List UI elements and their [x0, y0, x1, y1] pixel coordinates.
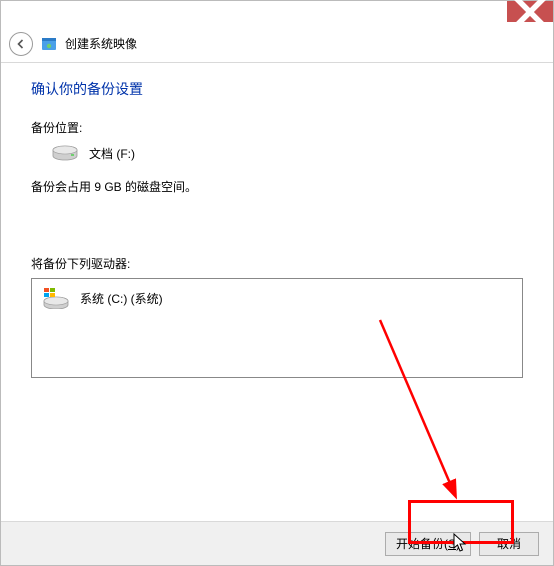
wizard-footer: 开始备份(S) 取消	[1, 521, 553, 565]
drive-list-item: 系统 (C:) (系统)	[38, 285, 516, 311]
system-drive-icon	[42, 287, 70, 309]
wizard-title: 创建系统映像	[65, 35, 137, 52]
arrow-left-icon	[15, 38, 27, 50]
backup-size-note: 备份会占用 9 GB 的磁盘空间。	[31, 178, 523, 195]
window-titlebar	[1, 1, 553, 25]
close-button[interactable]	[507, 1, 553, 22]
backup-location-row: 文档 (F:)	[31, 144, 523, 162]
drive-item-label: 系统 (C:) (系统)	[80, 290, 163, 307]
back-button[interactable]	[9, 32, 33, 56]
cancel-button[interactable]: 取消	[479, 532, 539, 556]
drive-selection-label: 将备份下列驱动器:	[31, 255, 523, 272]
page-heading: 确认你的备份设置	[31, 79, 523, 99]
backup-location-value: 文档 (F:)	[89, 145, 135, 162]
wizard-content: 确认你的备份设置 备份位置: 文档 (F:) 备份会占用 9 GB 的磁盘空间。…	[1, 63, 553, 521]
backup-location-label: 备份位置:	[31, 119, 523, 136]
system-image-wizard-window: 创建系统映像 确认你的备份设置 备份位置: 文档 (F:) 备份会占用 9 GB…	[0, 0, 554, 566]
start-backup-button[interactable]: 开始备份(S)	[385, 532, 471, 556]
app-icon	[41, 36, 57, 52]
wizard-header: 创建系统映像	[1, 25, 553, 63]
drive-list: 系统 (C:) (系统)	[31, 278, 523, 378]
hard-drive-icon	[51, 144, 79, 162]
